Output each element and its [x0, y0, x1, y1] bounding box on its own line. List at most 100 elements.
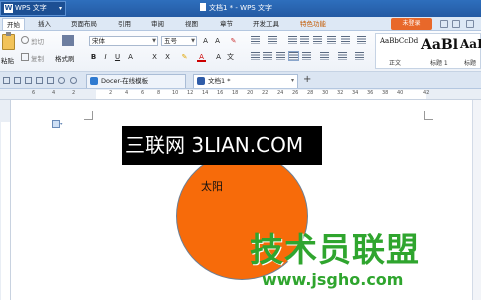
font-name-select[interactable]: 宋体 ▼ — [89, 36, 158, 46]
save-icon[interactable] — [25, 77, 32, 84]
ruler-number: 18 — [232, 90, 239, 96]
tab-document1-label: 文档1 * — [208, 77, 231, 85]
tab-insert[interactable]: 插入 — [34, 18, 55, 30]
shrink-font-button[interactable]: A — [213, 36, 222, 46]
format-painter-icon[interactable] — [62, 35, 74, 46]
undo-icon[interactable] — [58, 77, 65, 84]
bold-button[interactable]: B — [89, 52, 98, 62]
print-icon[interactable] — [36, 77, 43, 84]
print-preview-icon[interactable] — [47, 77, 54, 84]
font-color-button[interactable]: A — [197, 52, 206, 62]
tab-chapter[interactable]: 章节 — [216, 18, 237, 30]
vertical-scrollbar[interactable] — [472, 100, 481, 300]
ruler-number: 24 — [277, 90, 284, 96]
tab-review[interactable]: 审阅 — [147, 18, 168, 30]
italic-button[interactable]: I — [101, 52, 110, 62]
chevron-down-icon: ▼ — [191, 38, 195, 44]
tab-references[interactable]: 引用 — [114, 18, 135, 30]
font-size-select[interactable]: 五号 ▼ — [161, 36, 197, 46]
horizontal-ruler[interactable]: 6 4 2 2 4 6 8 10 12 14 16 18 20 22 24 26… — [0, 89, 481, 100]
style-heading-sample[interactable]: AaBl — [460, 37, 481, 51]
cut-label[interactable]: 剪切 — [31, 36, 44, 46]
strikethrough-button[interactable]: A — [126, 52, 135, 62]
align-left-icon[interactable] — [251, 52, 260, 60]
border-icon[interactable] — [355, 52, 364, 60]
help-icon[interactable] — [452, 20, 460, 28]
paragraph-spacing-icon[interactable] — [320, 52, 329, 60]
scissors-icon[interactable] — [21, 36, 29, 44]
copy-label[interactable]: 复制 — [31, 53, 44, 63]
chevron-down-icon: ▼ — [152, 38, 156, 44]
redo-icon[interactable] — [70, 77, 77, 84]
margin-corner-top-right — [424, 111, 433, 120]
phonetic-button[interactable]: 文 — [226, 52, 235, 62]
align-right-icon[interactable] — [276, 52, 285, 60]
ruler-number: 16 — [217, 90, 224, 96]
ruler-number: 6 — [32, 90, 36, 96]
close-icon[interactable]: ▾ — [291, 75, 294, 87]
wps-doc-icon — [197, 77, 205, 85]
ruler-number: 26 — [292, 90, 299, 96]
decrease-indent-icon[interactable] — [288, 36, 297, 44]
tab-document1[interactable]: 文档1 * ▾ — [193, 74, 298, 88]
superscript-button[interactable]: X — [150, 52, 159, 62]
ruler-text-area — [96, 90, 426, 99]
numbered-list-icon[interactable] — [268, 36, 277, 44]
ribbon: 粘贴 剪切 复制 格式刷 宋体 ▼ 五号 ▼ A A ✎ B I U A X X… — [0, 31, 481, 72]
open-file-icon[interactable] — [14, 77, 21, 84]
ruler-number: 8 — [157, 90, 161, 96]
login-button[interactable]: 未登录 — [391, 18, 432, 30]
tab-features[interactable]: 特色功能 — [296, 18, 330, 30]
clear-format-button[interactable]: ✎ — [229, 36, 238, 46]
shading-icon[interactable] — [338, 52, 347, 60]
margin-corner-top-left — [84, 111, 93, 120]
tab-developer[interactable]: 开发工具 — [249, 18, 283, 30]
grow-font-button[interactable]: A — [201, 36, 210, 46]
increase-indent-icon[interactable] — [300, 36, 309, 44]
tab-docer-templates[interactable]: Docer-在线模板 — [86, 74, 186, 88]
distributed-icon[interactable] — [302, 52, 311, 60]
table-icon[interactable] — [327, 36, 336, 44]
ruler-number: 2 — [72, 90, 76, 96]
style-normal-name: 正文 — [389, 60, 402, 67]
paragraph-layout-icon[interactable] — [52, 120, 63, 128]
char-border-button[interactable]: A — [214, 52, 223, 62]
watermark-url: www.jsgho.com — [262, 270, 404, 289]
vertical-ruler[interactable] — [0, 100, 11, 300]
style-heading1-name: 标题 1 — [430, 60, 448, 67]
justify-icon[interactable] — [288, 51, 299, 61]
copy-icon[interactable] — [21, 53, 29, 61]
bullet-list-icon[interactable] — [251, 36, 260, 44]
paste-label[interactable]: 粘贴 — [1, 55, 14, 65]
sort-icon[interactable] — [313, 36, 322, 44]
line-spacing-icon[interactable] — [357, 36, 366, 44]
app-menu-button[interactable]: W WPS 文字 ▾ — [0, 1, 66, 16]
ruler-number: 32 — [337, 90, 344, 96]
ruler-number: 14 — [202, 90, 209, 96]
new-tab-button[interactable]: + — [303, 75, 311, 85]
show-marks-icon[interactable] — [341, 36, 350, 44]
paste-icon[interactable] — [2, 32, 15, 50]
ruler-number: 30 — [322, 90, 329, 96]
ruler-number: 2 — [109, 90, 113, 96]
skin-icon[interactable] — [440, 20, 448, 28]
shape-text[interactable]: 太阳 — [201, 178, 223, 194]
new-file-icon[interactable] — [3, 77, 10, 84]
highlight-button[interactable]: ✎ — [180, 52, 189, 62]
subscript-button[interactable]: X — [163, 52, 172, 62]
document-icon — [200, 3, 206, 11]
ruler-number: 34 — [352, 90, 359, 96]
underline-button[interactable]: U — [113, 52, 122, 62]
vertical-ruler-text-area — [1, 122, 10, 300]
font-size-value: 五号 — [164, 37, 177, 45]
style-heading1-sample[interactable]: AaBl — [421, 37, 458, 53]
tab-view[interactable]: 视图 — [181, 18, 202, 30]
tab-page-layout[interactable]: 页面布局 — [67, 18, 101, 30]
ruler-number: 4 — [125, 90, 129, 96]
collapse-icon[interactable] — [466, 20, 474, 28]
style-normal-sample[interactable]: AaBbCcDd — [380, 37, 418, 45]
tab-home[interactable]: 开始 — [2, 18, 25, 30]
format-painter-label[interactable]: 格式刷 — [55, 53, 75, 63]
align-center-icon[interactable] — [263, 52, 272, 60]
styles-gallery[interactable]: AaBbCcDd 正文 AaBl 标题 1 AaBl 标题 — [375, 33, 481, 69]
